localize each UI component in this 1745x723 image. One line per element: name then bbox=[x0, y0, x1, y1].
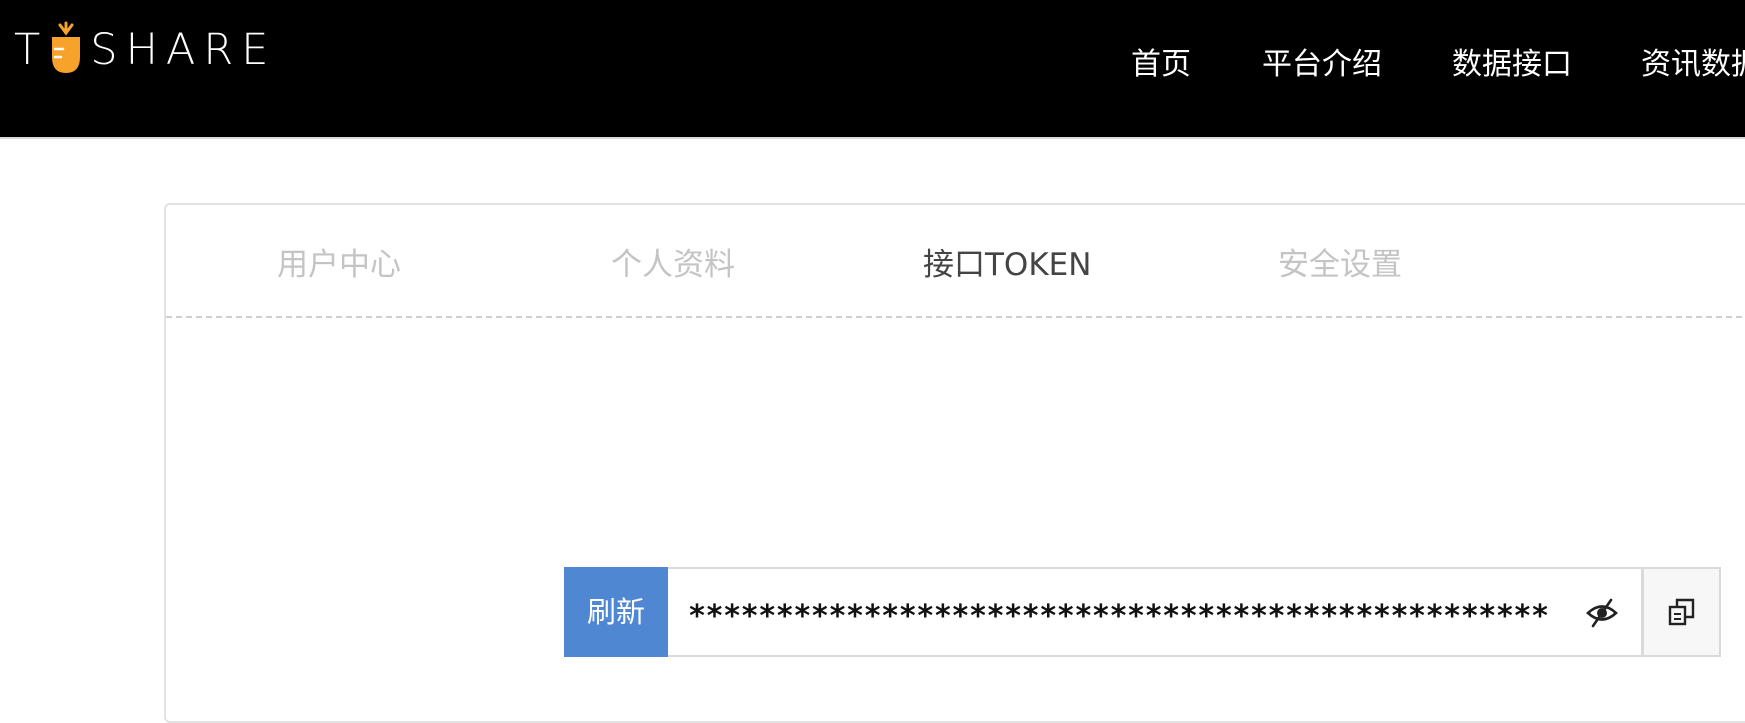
tab-profile[interactable]: 个人资料 bbox=[611, 241, 735, 289]
top-navbar: T SHARE 首页 平台介绍 数据接口 资讯数据 bbox=[0, 0, 1745, 139]
logo-letters-share: SHARE bbox=[90, 24, 277, 75]
nav-item-data-api[interactable]: 数据接口 bbox=[1452, 40, 1572, 90]
user-center-tabs: 用户中心 个人资料 接口TOKEN 安全设置 bbox=[166, 205, 1745, 318]
carrot-logo-icon bbox=[52, 21, 81, 73]
nav-item-platform-intro[interactable]: 平台介绍 bbox=[1262, 40, 1382, 90]
nav-item-home[interactable]: 首页 bbox=[1131, 40, 1191, 90]
token-input-group: 刷新 *************************************… bbox=[564, 567, 1721, 657]
tushare-logo[interactable]: T SHARE bbox=[14, 20, 276, 80]
tab-api-token[interactable]: 接口TOKEN bbox=[923, 241, 1091, 289]
tab-security-settings[interactable]: 安全设置 bbox=[1278, 241, 1402, 289]
copy-icon bbox=[1668, 598, 1694, 626]
eye-slash-icon[interactable] bbox=[1585, 596, 1619, 630]
copy-token-button[interactable] bbox=[1643, 567, 1721, 657]
refresh-token-button[interactable]: 刷新 bbox=[564, 567, 668, 657]
token-masked-value[interactable]: ****************************************… bbox=[688, 569, 1548, 655]
logo-letter-t: T bbox=[14, 24, 49, 75]
nav-item-news-data[interactable]: 资讯数据 bbox=[1641, 40, 1745, 90]
tab-user-center[interactable]: 用户中心 bbox=[277, 241, 401, 289]
token-field[interactable]: ****************************************… bbox=[668, 567, 1643, 657]
